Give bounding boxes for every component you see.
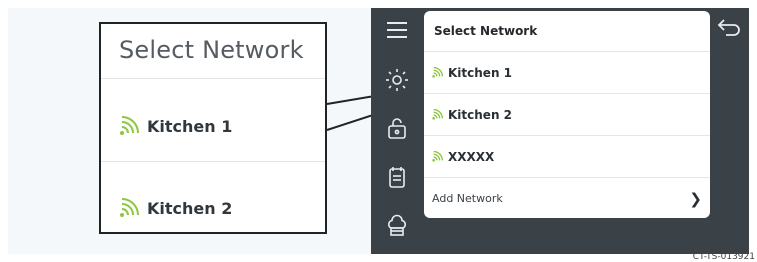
callout-network-kitchen-1: Kitchen 1 (119, 116, 232, 136)
add-network-label: Add Network (432, 192, 503, 205)
callout-title: Select Network (119, 36, 304, 64)
network-label: Kitchen 1 (147, 116, 233, 136)
sun-icon[interactable] (385, 68, 409, 92)
network-row-kitchen-1[interactable]: Kitchen 1 (424, 52, 710, 94)
chevron-right-icon: ❯ (689, 190, 702, 208)
network-label: Kitchen 2 (448, 107, 513, 122)
divider (101, 161, 325, 162)
panel-title: Select Network (424, 11, 710, 52)
back-arrow-icon[interactable] (716, 17, 742, 37)
network-label: XXXXX (448, 149, 495, 164)
add-network-button[interactable]: Add Network ❯ (424, 178, 710, 218)
zoom-callout: Select Network Kitchen 1 Kitchen 2 (99, 22, 327, 234)
recipe-book-icon[interactable] (385, 166, 409, 190)
figure-code: CT-TS-013921 (692, 252, 755, 262)
menu-icon[interactable] (385, 18, 409, 42)
network-label: Kitchen 2 (147, 198, 233, 218)
wifi-icon (119, 198, 141, 218)
wifi-icon (119, 116, 141, 136)
divider (101, 78, 325, 79)
network-row-kitchen-2[interactable]: Kitchen 2 (424, 94, 710, 136)
wifi-icon (432, 151, 444, 162)
wifi-icon (432, 109, 444, 120)
network-panel: Select Network Kitchen 1 Kitchen 2 XXXXX… (424, 11, 710, 218)
chef-hat-icon[interactable] (385, 214, 409, 238)
network-label: Kitchen 1 (448, 65, 513, 80)
side-rail (371, 8, 423, 254)
network-row-xxxxx[interactable]: XXXXX (424, 136, 710, 178)
wifi-icon (432, 67, 444, 78)
lock-icon[interactable] (385, 116, 409, 140)
callout-network-kitchen-2: Kitchen 2 (119, 198, 232, 218)
device-screen: Select Network Kitchen 1 Kitchen 2 XXXXX… (371, 8, 749, 254)
